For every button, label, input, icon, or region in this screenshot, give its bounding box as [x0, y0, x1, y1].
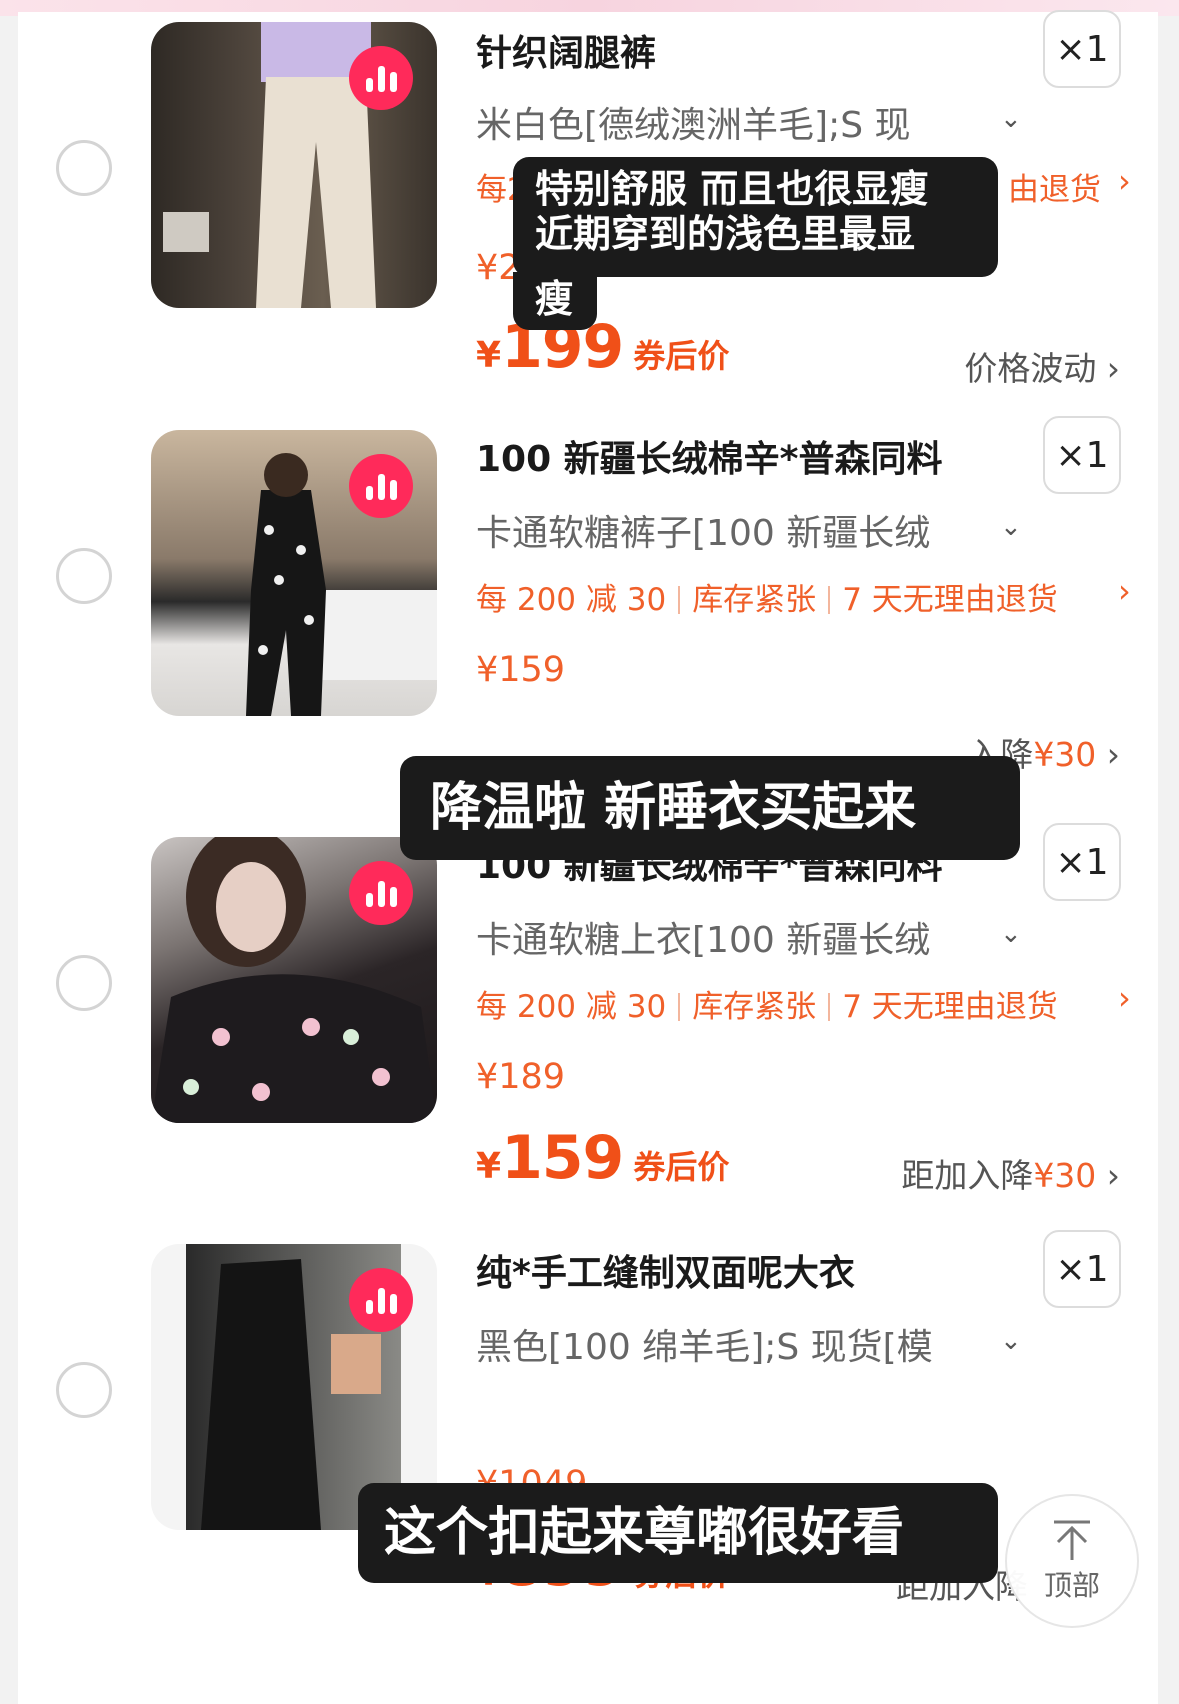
chevron-right-icon[interactable]: ›	[1118, 162, 1131, 200]
spec-selector[interactable]: 黑色[100 绵羊毛];S 现货[模	[476, 1318, 933, 1370]
currency-symbol: ¥	[476, 335, 502, 376]
promo-stock: 库存紧张	[692, 989, 817, 1025]
promo-tail: 由退货	[1008, 172, 1101, 208]
chevron-down-icon[interactable]: ⌄	[1000, 512, 1022, 542]
discount-hint-label: 距加入降	[901, 1156, 1034, 1195]
promo-stock: 库存紧张	[692, 582, 817, 618]
spec-selector[interactable]: 米白色[德绒澳洲羊毛];S 现	[476, 96, 911, 148]
chevron-down-icon[interactable]: ⌄	[1000, 919, 1022, 949]
select-radio[interactable]	[56, 140, 112, 196]
chevron-down-icon[interactable]: ⌄	[1000, 1326, 1022, 1356]
cart-item: 纯*手工缝制双面呢大衣 ×1 黑色[100 绵羊毛];S 现货[模 ⌄ ¥104…	[18, 1230, 1158, 1704]
cart-item: 100 新疆长绒棉辛*普森同料 ×1 卡通软糖上衣[100 新疆长绒 ⌄ 每 2…	[18, 823, 1158, 1227]
price-trend-link[interactable]: 价格波动 ›	[964, 342, 1120, 390]
quantity-button[interactable]: ×1	[1043, 1230, 1121, 1308]
final-price: ¥199 券后价	[476, 312, 729, 382]
promo-tags: 每 200 减 30 库存紧张 7 天无理由退货	[476, 574, 1058, 619]
stats-badge-icon	[349, 861, 413, 925]
promo-discount: 每 200 减 30	[476, 582, 667, 618]
original-price: ¥159	[476, 650, 566, 690]
currency-symbol: ¥	[476, 1146, 502, 1187]
product-title[interactable]: 针织阔腿裤	[476, 24, 656, 76]
spec-selector[interactable]: 卡通软糖裤子[100 新疆长绒	[476, 504, 930, 556]
caption-overlay: 瘦	[513, 272, 597, 330]
select-radio[interactable]	[56, 1362, 112, 1418]
stats-badge-icon	[349, 454, 413, 518]
chevron-down-icon[interactable]: ⌄	[1000, 104, 1022, 134]
promo-discount: 每 200 减 30	[476, 989, 667, 1025]
back-to-top-label: 顶部	[1043, 1569, 1100, 1602]
promo-tags: 每 200 减 30 库存紧张 7 天无理由退货	[476, 981, 1058, 1026]
quantity-button[interactable]: ×1	[1043, 823, 1121, 901]
promo-return: 7 天无理由退货	[842, 989, 1058, 1025]
select-radio[interactable]	[56, 955, 112, 1011]
arrow-up-icon	[1054, 1520, 1090, 1560]
promo-return: 7 天无理由退货	[842, 582, 1058, 618]
caption-overlay: 特别舒服 而且也很显瘦 近期穿到的浅色里最显	[513, 157, 998, 277]
caption-overlay: 降温啦 新睡衣买起来	[400, 756, 1020, 860]
price-tag: 券后价	[633, 337, 730, 375]
spec-selector[interactable]: 卡通软糖上衣[100 新疆长绒	[476, 911, 930, 963]
caption-line: 特别舒服 而且也很显瘦	[535, 167, 929, 211]
stats-badge-icon	[349, 46, 413, 110]
stats-badge-icon	[349, 1268, 413, 1332]
caption-line: 近期穿到的浅色里最显	[535, 212, 916, 256]
price-trend-label: 价格波动	[964, 349, 1097, 388]
discount-hint-value: ¥30	[1033, 735, 1097, 774]
discount-hint[interactable]: 距加入降¥30 ›	[901, 1149, 1120, 1197]
chevron-right-icon[interactable]: ›	[1118, 979, 1131, 1017]
final-price: ¥159 券后价	[476, 1123, 729, 1193]
back-to-top-button[interactable]: 顶部	[1005, 1494, 1139, 1628]
product-image[interactable]	[151, 22, 437, 308]
product-image[interactable]	[151, 837, 437, 1123]
discount-hint-value: ¥30	[1033, 1156, 1097, 1195]
quantity-button[interactable]: ×1	[1043, 416, 1121, 494]
caption-overlay: 这个扣起来尊嘟很好看	[358, 1483, 998, 1583]
original-price: ¥189	[476, 1057, 566, 1097]
quantity-button[interactable]: ×1	[1043, 10, 1121, 88]
select-radio[interactable]	[56, 548, 112, 604]
caption-line: 瘦	[535, 277, 574, 321]
product-title[interactable]: 纯*手工缝制双面呢大衣	[476, 1244, 855, 1296]
product-image[interactable]	[151, 430, 437, 716]
chevron-right-icon[interactable]: ›	[1118, 572, 1131, 610]
product-title[interactable]: 100 新疆长绒棉辛*普森同料	[476, 430, 943, 482]
price-tag: 券后价	[633, 1148, 730, 1186]
price-value: 159	[501, 1123, 624, 1193]
